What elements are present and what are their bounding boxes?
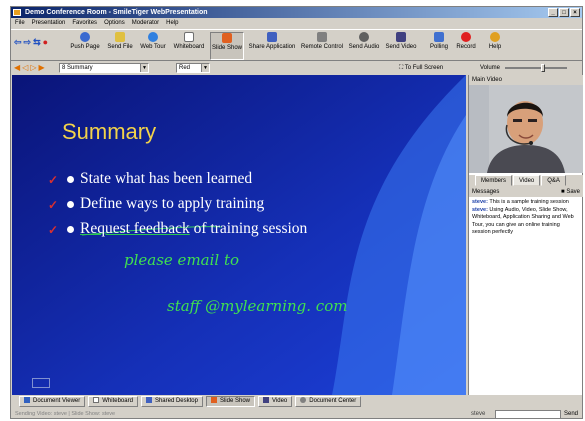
slide-show-button[interactable]: Slide Show	[210, 32, 244, 60]
push-page-button[interactable]: Push Page	[69, 32, 101, 60]
volume-label: Volume	[480, 65, 501, 71]
full-screen-button[interactable]: ⛶ To Full Screen	[399, 62, 443, 74]
volume-slider[interactable]	[505, 67, 567, 69]
slide-title: Summary	[62, 119, 157, 144]
whiteboard-button[interactable]: Whiteboard	[171, 32, 207, 60]
video-icon	[263, 397, 269, 403]
send-audio-icon	[359, 32, 369, 42]
send-video-button[interactable]: Send Video	[384, 32, 418, 60]
tab-document-viewer[interactable]: Document Viewer	[19, 396, 86, 407]
slide-select[interactable]: 8 Summary ▼	[59, 63, 149, 73]
web-tour-icon	[148, 32, 158, 42]
handwriting-annotation: staff @mylearning. com	[167, 297, 348, 315]
check-mark-icon: ✓	[48, 173, 59, 187]
send-file-icon	[115, 32, 125, 42]
view-tabs: Document Viewer Whiteboard Shared Deskto…	[11, 396, 469, 409]
whiteboard-icon	[184, 32, 194, 42]
main-toolbar: ⇦ ⇨ ⇆ ● Push Page Send File Web Tour Whi…	[11, 29, 582, 61]
minimize-button[interactable]: _	[548, 8, 558, 17]
check-mark-icon: ✓	[48, 223, 59, 237]
presenter-video-frame	[469, 85, 583, 173]
close-button[interactable]: ×	[570, 8, 580, 17]
tab-whiteboard[interactable]: Whiteboard	[88, 396, 138, 407]
message-item: steve: This is a sample training session	[472, 199, 569, 205]
save-messages-button[interactable]: ■ Save	[561, 187, 580, 197]
slide-bullet: State what has been learned	[67, 170, 252, 188]
application-window: Demo Conference Room - SmileTiger WebPre…	[10, 6, 583, 419]
messages-header: Messages ■ Save	[469, 187, 583, 197]
right-tabs: Members Video Q&A	[469, 175, 583, 187]
chevron-down-icon: ▼	[140, 64, 148, 72]
chat-input[interactable]	[495, 410, 561, 419]
send-button[interactable]: Send	[564, 410, 578, 419]
slide-view[interactable]: Summary ✓ State what has been learned ✓ …	[12, 75, 466, 395]
tab-video[interactable]: Video	[513, 175, 541, 186]
title-bar[interactable]: Demo Conference Room - SmileTiger WebPre…	[11, 7, 582, 18]
help-icon	[490, 32, 500, 42]
share-application-icon	[267, 32, 277, 42]
menu-options[interactable]: Options	[104, 18, 125, 28]
tab-document-center[interactable]: Document Center	[295, 396, 362, 407]
next-slide-icon[interactable]: ▷	[30, 63, 36, 73]
message-list[interactable]: steve: This is a sample training session…	[470, 198, 581, 388]
pen-tool-icon[interactable]	[32, 378, 50, 388]
slide-bullet: Define ways to apply training	[67, 195, 264, 213]
remote-control-icon	[317, 32, 327, 42]
record-icon	[461, 32, 471, 42]
tab-qa[interactable]: Q&A	[541, 175, 566, 186]
tab-slide-show[interactable]: Slide Show	[205, 396, 255, 407]
main-video[interactable]	[469, 85, 583, 173]
help-button[interactable]: Help	[485, 32, 505, 60]
shared-desktop-icon	[145, 397, 152, 403]
menu-file[interactable]: File	[15, 18, 25, 28]
document-center-icon	[300, 397, 307, 403]
menu-bar: File Presentation Favorites Options Mode…	[11, 18, 582, 28]
push-page-icon	[80, 32, 90, 42]
tab-video[interactable]: Video	[258, 396, 293, 407]
tab-members[interactable]: Members	[475, 175, 513, 186]
send-audio-button[interactable]: Send Audio	[347, 32, 381, 60]
status-bar: Sending Video: steve | Slide Show: steve	[15, 411, 116, 417]
back-icon[interactable]: ⇦	[14, 37, 22, 48]
chevron-down-icon: ▼	[201, 64, 209, 72]
document-viewer-icon	[24, 397, 30, 403]
stop-icon[interactable]: ●	[43, 37, 48, 48]
slide-show-icon	[222, 33, 232, 43]
volume-slider-thumb[interactable]	[541, 64, 545, 72]
last-slide-icon[interactable]: ▶	[38, 63, 44, 73]
menu-favorites[interactable]: Favorites	[72, 18, 97, 28]
slide-bullet: Request feedback of training session	[67, 220, 307, 238]
send-file-button[interactable]: Send File	[105, 32, 135, 60]
handwriting-annotation: please email to	[124, 251, 240, 269]
app-icon	[13, 9, 21, 16]
whiteboard-icon	[93, 397, 100, 403]
message-item: steve: Using Audio, Video, Slide Show, W…	[472, 206, 574, 236]
menu-help[interactable]: Help	[166, 18, 178, 28]
first-slide-icon[interactable]: ◀	[14, 63, 20, 73]
menu-presentation[interactable]: Presentation	[32, 18, 66, 28]
window-title: Demo Conference Room - SmileTiger WebPre…	[25, 9, 208, 16]
right-panel: Main Video Members Video Q&A Messages ■ …	[468, 75, 583, 395]
share-application-button[interactable]: Share Application	[247, 32, 297, 60]
forward-icon[interactable]: ⇨	[24, 37, 32, 48]
refresh-icon[interactable]: ⇆	[33, 37, 41, 48]
polling-button[interactable]: Polling	[427, 32, 451, 60]
remote-control-button[interactable]: Remote Control	[300, 32, 344, 60]
slide-show-icon	[210, 397, 217, 403]
pen-color-select[interactable]: Red ▼	[176, 63, 210, 73]
check-mark-icon: ✓	[48, 198, 59, 212]
main-video-header: Main Video	[469, 75, 583, 85]
prev-slide-icon[interactable]: ◁	[22, 63, 28, 73]
record-button[interactable]: Record	[454, 32, 478, 60]
menu-moderator[interactable]: Moderator	[132, 18, 159, 28]
polling-icon	[434, 32, 444, 42]
tab-shared-desktop[interactable]: Shared Desktop	[140, 396, 203, 407]
chat-user-label: steve	[471, 411, 486, 417]
web-tour-button[interactable]: Web Tour	[137, 32, 169, 60]
maximize-button[interactable]: □	[559, 8, 569, 17]
send-video-icon	[396, 32, 406, 42]
